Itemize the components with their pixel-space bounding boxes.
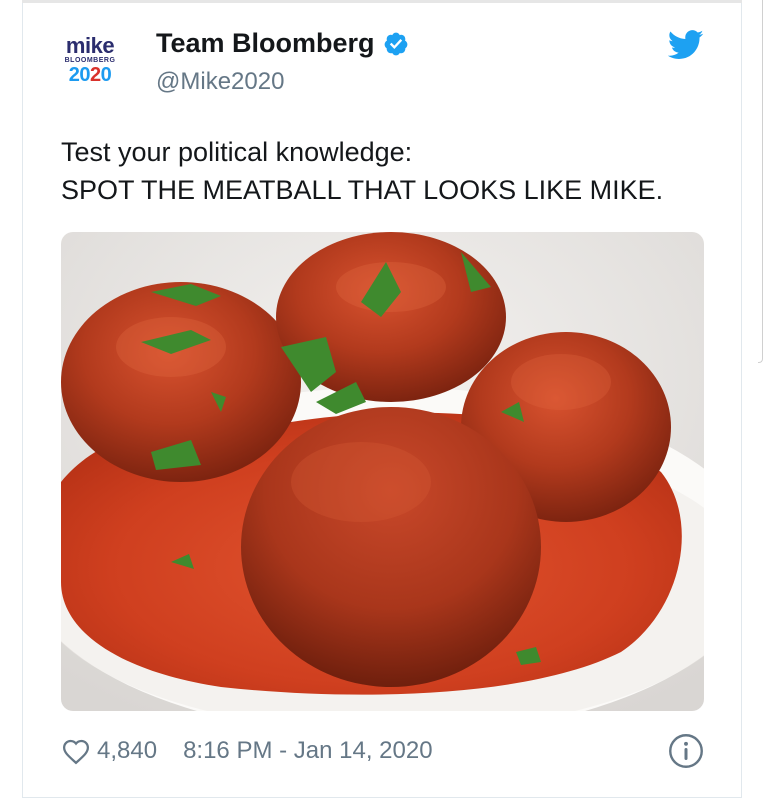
logo-year-part-c: 0 — [100, 64, 112, 86]
tweet-text-line-2: SPOT THE MEATBALL THAT LOOKS LIKE MIKE. — [61, 175, 664, 205]
avatar-logo-year: 2020 — [48, 65, 132, 85]
info-icon[interactable] — [668, 733, 704, 769]
like-count[interactable]: 4,840 — [97, 737, 157, 765]
author-name-row[interactable]: Team Bloomberg — [156, 28, 409, 59]
twitter-bird-icon[interactable] — [668, 30, 704, 60]
tweet-timestamp[interactable]: 8:16 PM - Jan 14, 2020 — [183, 737, 433, 765]
heart-icon[interactable] — [61, 737, 91, 765]
tweet-photo[interactable] — [61, 232, 704, 711]
author-display-name[interactable]: Team Bloomberg — [156, 28, 375, 59]
scrollbar-thumb[interactable] — [758, 0, 763, 363]
meatballs-in-tomato-sauce-photo — [61, 232, 704, 711]
logo-year-part-a: 20 — [68, 64, 91, 86]
avatar[interactable]: mike BLOOMBERG 2020 — [48, 33, 132, 96]
tweet-text-line-1: Test your political knowledge: — [61, 137, 413, 167]
verified-badge-icon — [384, 32, 407, 55]
tweet-text: Test your political knowledge: SPOT THE … — [61, 133, 663, 209]
scrollbar[interactable] — [757, 0, 765, 800]
author-handle[interactable]: @Mike2020 — [156, 68, 284, 96]
tweet-footer: 4,840 8:16 PM - Jan 14, 2020 — [61, 733, 704, 769]
logo-year-part-b: 2 — [90, 64, 101, 86]
avatar-logo-mike: mike — [65, 33, 115, 58]
